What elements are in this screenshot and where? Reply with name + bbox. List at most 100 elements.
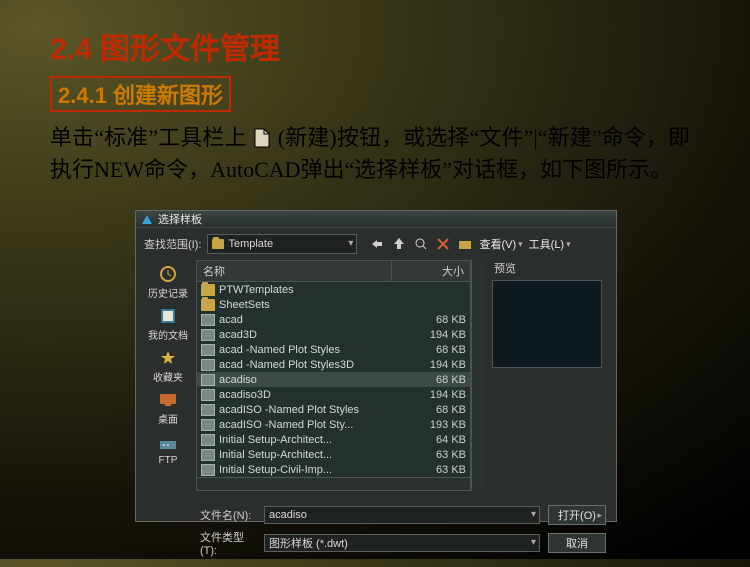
docs-icon <box>156 306 180 326</box>
cancel-button[interactable]: 取消 <box>548 533 606 553</box>
subheading-box: 2.4.1 创建新图形 <box>50 76 231 112</box>
search-icon[interactable] <box>413 236 429 252</box>
filetype-value: 图形样板 (*.dwt) <box>269 535 348 551</box>
file-name: acad -Named Plot Styles3D <box>219 359 406 371</box>
heading-section: 2.4 图形文件管理 <box>50 24 700 68</box>
chevron-down-icon: ▾ <box>566 239 571 250</box>
place-label: FTP <box>159 455 178 466</box>
file-size: 194 KB <box>406 359 466 371</box>
delete-icon[interactable] <box>435 236 451 252</box>
file-size: 68 KB <box>406 404 466 416</box>
file-row[interactable]: Initial Setup-Civil-Imp...63 KB <box>197 462 470 477</box>
file-row[interactable]: Initial Setup-Architect...64 KB <box>197 432 470 447</box>
file-list-pane: 名称 大小 PTWTemplatesSheetSetsacad68 KBacad… <box>196 260 471 491</box>
look-in-value: Template <box>228 238 273 250</box>
file-icon <box>201 449 215 461</box>
back-icon[interactable] <box>369 236 385 252</box>
chevron-down-icon: ▾ <box>531 509 536 520</box>
column-name[interactable]: 名称 <box>197 261 392 281</box>
place-ftp[interactable]: FTP <box>146 430 190 470</box>
file-row[interactable]: acad -Named Plot Styles68 KB <box>197 342 470 357</box>
dialog-titlebar[interactable]: 选择样板 <box>136 211 616 228</box>
place-desktop[interactable]: 桌面 <box>146 388 190 428</box>
file-name: SheetSets <box>219 299 406 311</box>
file-name: Initial Setup-Civil-Imp... <box>219 464 406 476</box>
look-in-combo[interactable]: Template ▾ <box>207 234 357 254</box>
file-row[interactable]: acad68 KB <box>197 312 470 327</box>
file-icon <box>201 464 215 476</box>
chevron-down-icon: ▾ <box>348 238 353 249</box>
file-icon <box>201 434 215 446</box>
view-menu[interactable]: 查看(V)▾ <box>479 236 522 252</box>
file-name: acadiso3D <box>219 389 406 401</box>
file-row[interactable]: acadiso68 KB <box>197 372 470 387</box>
file-size: 68 KB <box>406 344 466 356</box>
filename-label: 文件名(N): <box>200 507 256 523</box>
file-row[interactable]: Initial Setup-Architect...63 KB <box>197 447 470 462</box>
file-icon <box>201 344 215 356</box>
new-folder-icon[interactable] <box>457 236 473 252</box>
file-row[interactable]: acadISO -Named Plot Sty...193 KB <box>197 417 470 432</box>
place-history[interactable]: 历史记录 <box>146 262 190 302</box>
file-size: 194 KB <box>406 389 466 401</box>
file-row[interactable]: acad3D194 KB <box>197 327 470 342</box>
scrollbar-horizontal[interactable] <box>197 477 470 490</box>
folder-icon <box>212 239 224 249</box>
file-size: 68 KB <box>406 374 466 386</box>
filename-value: acadiso <box>269 509 307 521</box>
folder-icon <box>201 299 215 311</box>
file-icon <box>201 329 215 341</box>
file-size: 68 KB <box>406 314 466 326</box>
tools-menu[interactable]: 工具(L)▾ <box>529 236 571 252</box>
file-row[interactable]: acadiso3D194 KB <box>197 387 470 402</box>
file-row[interactable]: PTWTemplates <box>197 282 470 297</box>
file-icon <box>201 389 215 401</box>
file-icon <box>201 404 215 416</box>
up-icon[interactable] <box>391 236 407 252</box>
heading-subsection: 2.4.1 创建新图形 <box>58 83 223 108</box>
file-row[interactable]: acad -Named Plot Styles3D194 KB <box>197 357 470 372</box>
para-text-1: 单击“标准”工具栏上 <box>50 125 247 150</box>
place-label: 我的文档 <box>148 327 188 342</box>
filename-field[interactable]: acadiso ▾ <box>264 506 540 524</box>
file-icon <box>201 374 215 386</box>
scrollbar-vertical[interactable] <box>471 260 484 491</box>
history-icon <box>156 264 180 284</box>
places-bar: 历史记录我的文档收藏夹桌面 FTP <box>144 260 192 491</box>
file-name: acad -Named Plot Styles <box>219 344 406 356</box>
column-size[interactable]: 大小 <box>392 261 470 281</box>
file-icon <box>201 419 215 431</box>
preview-label: 预览 <box>494 260 608 276</box>
file-list-header: 名称 大小 <box>197 261 470 282</box>
open-button[interactable]: 打开(O)▸ <box>548 505 606 525</box>
file-row[interactable]: SheetSets <box>197 297 470 312</box>
file-name: acad3D <box>219 329 406 341</box>
chevron-down-icon: ▸ <box>597 510 602 521</box>
file-name: PTWTemplates <box>219 284 406 296</box>
file-name: acad <box>219 314 406 326</box>
place-label: 历史记录 <box>148 285 188 300</box>
new-file-icon <box>252 127 272 149</box>
file-row[interactable]: acadISO -Named Plot Styles68 KB <box>197 402 470 417</box>
place-label: 收藏夹 <box>153 369 183 384</box>
place-fav[interactable]: 收藏夹 <box>146 346 190 386</box>
file-name: Initial Setup-Architect... <box>219 449 406 461</box>
place-docs[interactable]: 我的文档 <box>146 304 190 344</box>
file-size: 194 KB <box>406 329 466 341</box>
file-name: acadiso <box>219 374 406 386</box>
file-size: 64 KB <box>406 434 466 446</box>
dialog-title: 选择样板 <box>158 211 610 227</box>
file-name: Initial Setup-Architect... <box>219 434 406 446</box>
file-name: acadISO -Named Plot Styles <box>219 404 406 416</box>
file-size: 63 KB <box>406 464 466 476</box>
select-template-dialog: 选择样板 查找范围(I): Template ▾ 查看(V)▾ 工具(L)▾ 历… <box>135 210 617 522</box>
chevron-down-icon: ▾ <box>518 239 523 250</box>
fav-icon <box>156 348 180 368</box>
file-size: 63 KB <box>406 449 466 461</box>
place-label: 桌面 <box>158 411 178 426</box>
filetype-field[interactable]: 图形样板 (*.dwt) ▾ <box>264 534 540 552</box>
file-list[interactable]: PTWTemplatesSheetSetsacad68 KBacad3D194 … <box>197 282 470 477</box>
look-in-label: 查找范围(I): <box>144 236 201 252</box>
file-size: 193 KB <box>406 419 466 431</box>
filetype-label: 文件类型(T): <box>200 529 256 557</box>
